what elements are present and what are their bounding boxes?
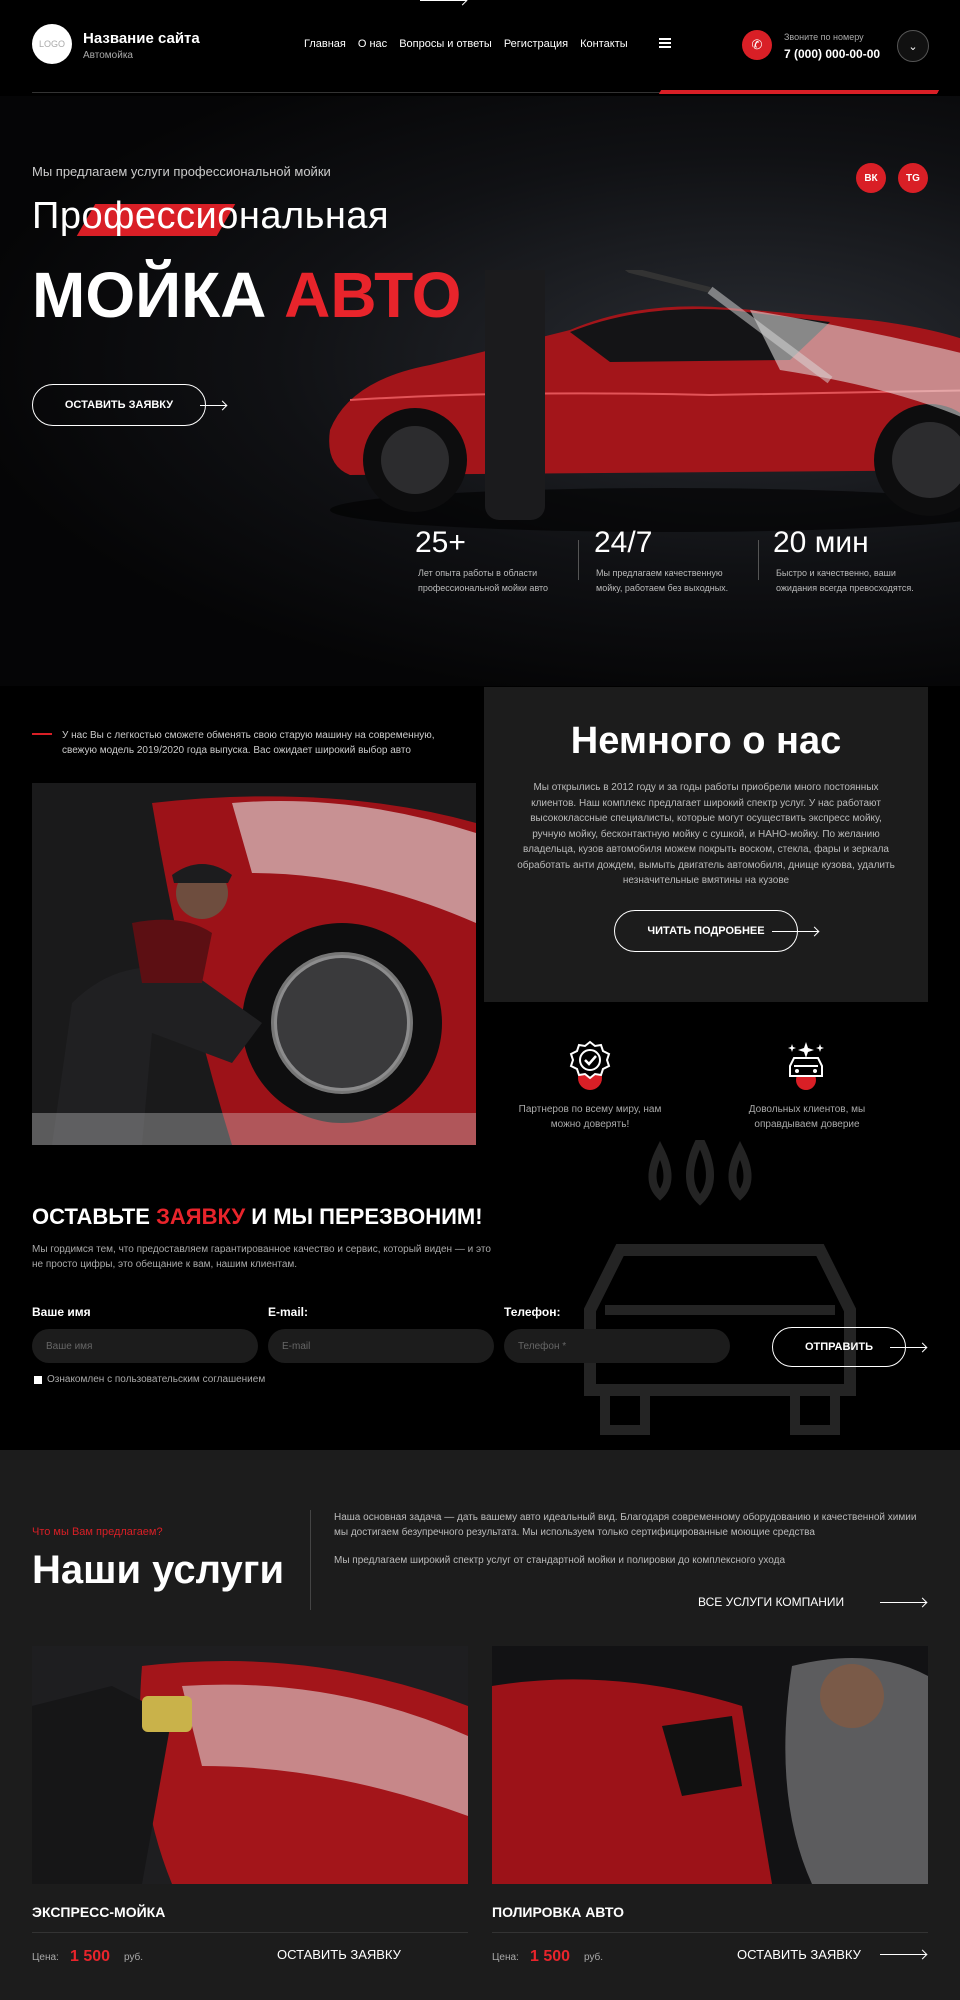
services-title: Наши услуги xyxy=(32,1548,285,1592)
about-title: Немного о нас xyxy=(570,720,842,762)
price-label: Цена: xyxy=(492,1952,519,1963)
phone-icon[interactable]: ✆ xyxy=(742,30,772,60)
card-divider xyxy=(492,1932,928,1933)
services-divider xyxy=(310,1510,311,1610)
stat-hours-number: 24/7 xyxy=(594,526,653,559)
card-divider xyxy=(32,1932,468,1933)
badge-check-icon xyxy=(569,1040,611,1090)
form-title-red: ЗАЯВКУ xyxy=(156,1204,246,1229)
submit-button[interactable]: ОТПРАВИТЬ xyxy=(772,1327,906,1367)
arrow-right-icon xyxy=(200,405,226,406)
call-label: Звоните по номеру xyxy=(784,32,864,42)
arrow-right-icon xyxy=(890,1347,926,1348)
arrow-right-icon xyxy=(880,1954,926,1955)
nav-contacts[interactable]: Контакты xyxy=(580,38,628,50)
polishing-image xyxy=(492,1646,928,1884)
name-input[interactable] xyxy=(32,1329,258,1363)
feature-partners-text: Партнеров по всему миру, нам можно довер… xyxy=(518,1104,662,1130)
express-wash-image xyxy=(32,1646,468,1884)
price-currency: руб. xyxy=(584,1952,604,1963)
services-text-1: Наша основная задача — дать вашему авто … xyxy=(334,1512,917,1538)
price-currency: руб. xyxy=(124,1952,144,1963)
price-label: Цена: xyxy=(32,1952,59,1963)
hero-cta-button[interactable]: ОСТАВИТЬ ЗАЯВКУ xyxy=(32,384,206,426)
arrow-right-icon xyxy=(880,1602,926,1603)
email-label: E-mail: xyxy=(268,1305,309,1319)
hero-pretitle: Мы предлагаем услуги профессиональной мо… xyxy=(32,164,331,179)
agree-checkbox[interactable] xyxy=(34,1376,42,1384)
nav-register[interactable]: Регистрация xyxy=(504,38,568,50)
site-name[interactable]: Название сайта xyxy=(83,30,200,47)
price-value: 1 500 xyxy=(530,1948,571,1965)
car-sparkle-icon xyxy=(788,1042,824,1090)
hero-title-red: АВТО xyxy=(284,259,462,331)
telegram-icon[interactable]: TG xyxy=(898,163,928,193)
about-text: Мы открылись в 2012 году и за годы работ… xyxy=(517,782,895,886)
main-nav: Главная О нас Вопросы и ответы Регистрац… xyxy=(304,38,628,50)
arrow-right-icon xyxy=(772,931,818,932)
vk-icon[interactable]: ВК xyxy=(856,163,886,193)
stat-experience-desc: Лет опыта работы в области профессиональ… xyxy=(418,568,549,593)
phone-input[interactable] xyxy=(504,1329,730,1363)
form-title: ОСТАВЬТЕ ЗАЯВКУ И МЫ ПЕРЕЗВОНИМ! xyxy=(32,1204,483,1230)
stat-hours-desc: Мы предлагаем качественную мойку, работа… xyxy=(596,568,729,593)
agree-label[interactable]: Ознакомлен с пользовательским соглашение… xyxy=(47,1374,265,1385)
card-order-link[interactable]: ОСТАВИТЬ ЗАЯВКУ xyxy=(737,1947,861,1962)
nav-about[interactable]: О нас xyxy=(358,38,387,50)
about-intro-text: У нас Вы с легкостью сможете обменять св… xyxy=(62,730,435,756)
form-description: Мы гордимся тем, что предоставляем гаран… xyxy=(32,1244,491,1270)
stat-divider xyxy=(758,540,759,580)
car-wash-watermark-icon xyxy=(584,1140,856,1435)
stat-time-desc: Быстро и качественно, ваши ожидания всег… xyxy=(776,568,914,593)
services-pretitle: Что мы Вам предлагаем? xyxy=(32,1526,163,1538)
email-input[interactable] xyxy=(268,1329,494,1363)
site-logo[interactable]: LOGO xyxy=(32,24,72,64)
intro-dash xyxy=(32,733,52,735)
chevron-down-icon[interactable]: ⌄ xyxy=(897,30,929,62)
stat-experience-number: 25+ xyxy=(415,526,466,559)
menu-icon[interactable] xyxy=(659,38,671,48)
phone-number[interactable]: 7 (000) 000-00-00 xyxy=(784,47,880,61)
hero-title-line2: МОЙКА АВТО xyxy=(32,258,461,332)
phone-label: Телефон: xyxy=(504,1305,561,1319)
hero-title-line1: Профессиональная xyxy=(32,195,390,237)
feature-clients-text: Довольных клиентов, мы оправдываем довер… xyxy=(748,1104,866,1130)
hero-title-white: МОЙКА xyxy=(32,259,267,331)
card-order-link[interactable]: ОСТАВИТЬ ЗАЯВКУ xyxy=(277,1947,401,1962)
about-photo xyxy=(32,783,476,1145)
stat-time-number: 20 мин xyxy=(773,526,869,559)
name-label: Ваше имя xyxy=(32,1305,91,1319)
services-text-2: Мы предлагаем широкий спектр услуг от ст… xyxy=(334,1555,786,1566)
form-title-a: ОСТАВЬТЕ xyxy=(32,1204,150,1229)
price-value: 1 500 xyxy=(70,1948,111,1965)
card-title: ПОЛИРОВКА АВТО xyxy=(492,1904,624,1920)
nav-home[interactable]: Главная xyxy=(304,38,346,50)
header-accent-bar xyxy=(658,90,940,94)
stat-divider xyxy=(578,540,579,580)
arrow-right-icon xyxy=(420,0,466,1)
nav-faq[interactable]: Вопросы и ответы xyxy=(399,38,492,50)
all-services-link[interactable]: ВСЕ УСЛУГИ КОМПАНИИ xyxy=(698,1595,844,1609)
form-title-b: И МЫ ПЕРЕЗВОНИМ! xyxy=(251,1204,483,1229)
read-more-button[interactable]: ЧИТАТЬ ПОДРОБНЕЕ xyxy=(614,910,798,952)
site-subtitle: Автомойка xyxy=(83,50,133,61)
card-title: ЭКСПРЕСС-МОЙКА xyxy=(32,1904,166,1920)
